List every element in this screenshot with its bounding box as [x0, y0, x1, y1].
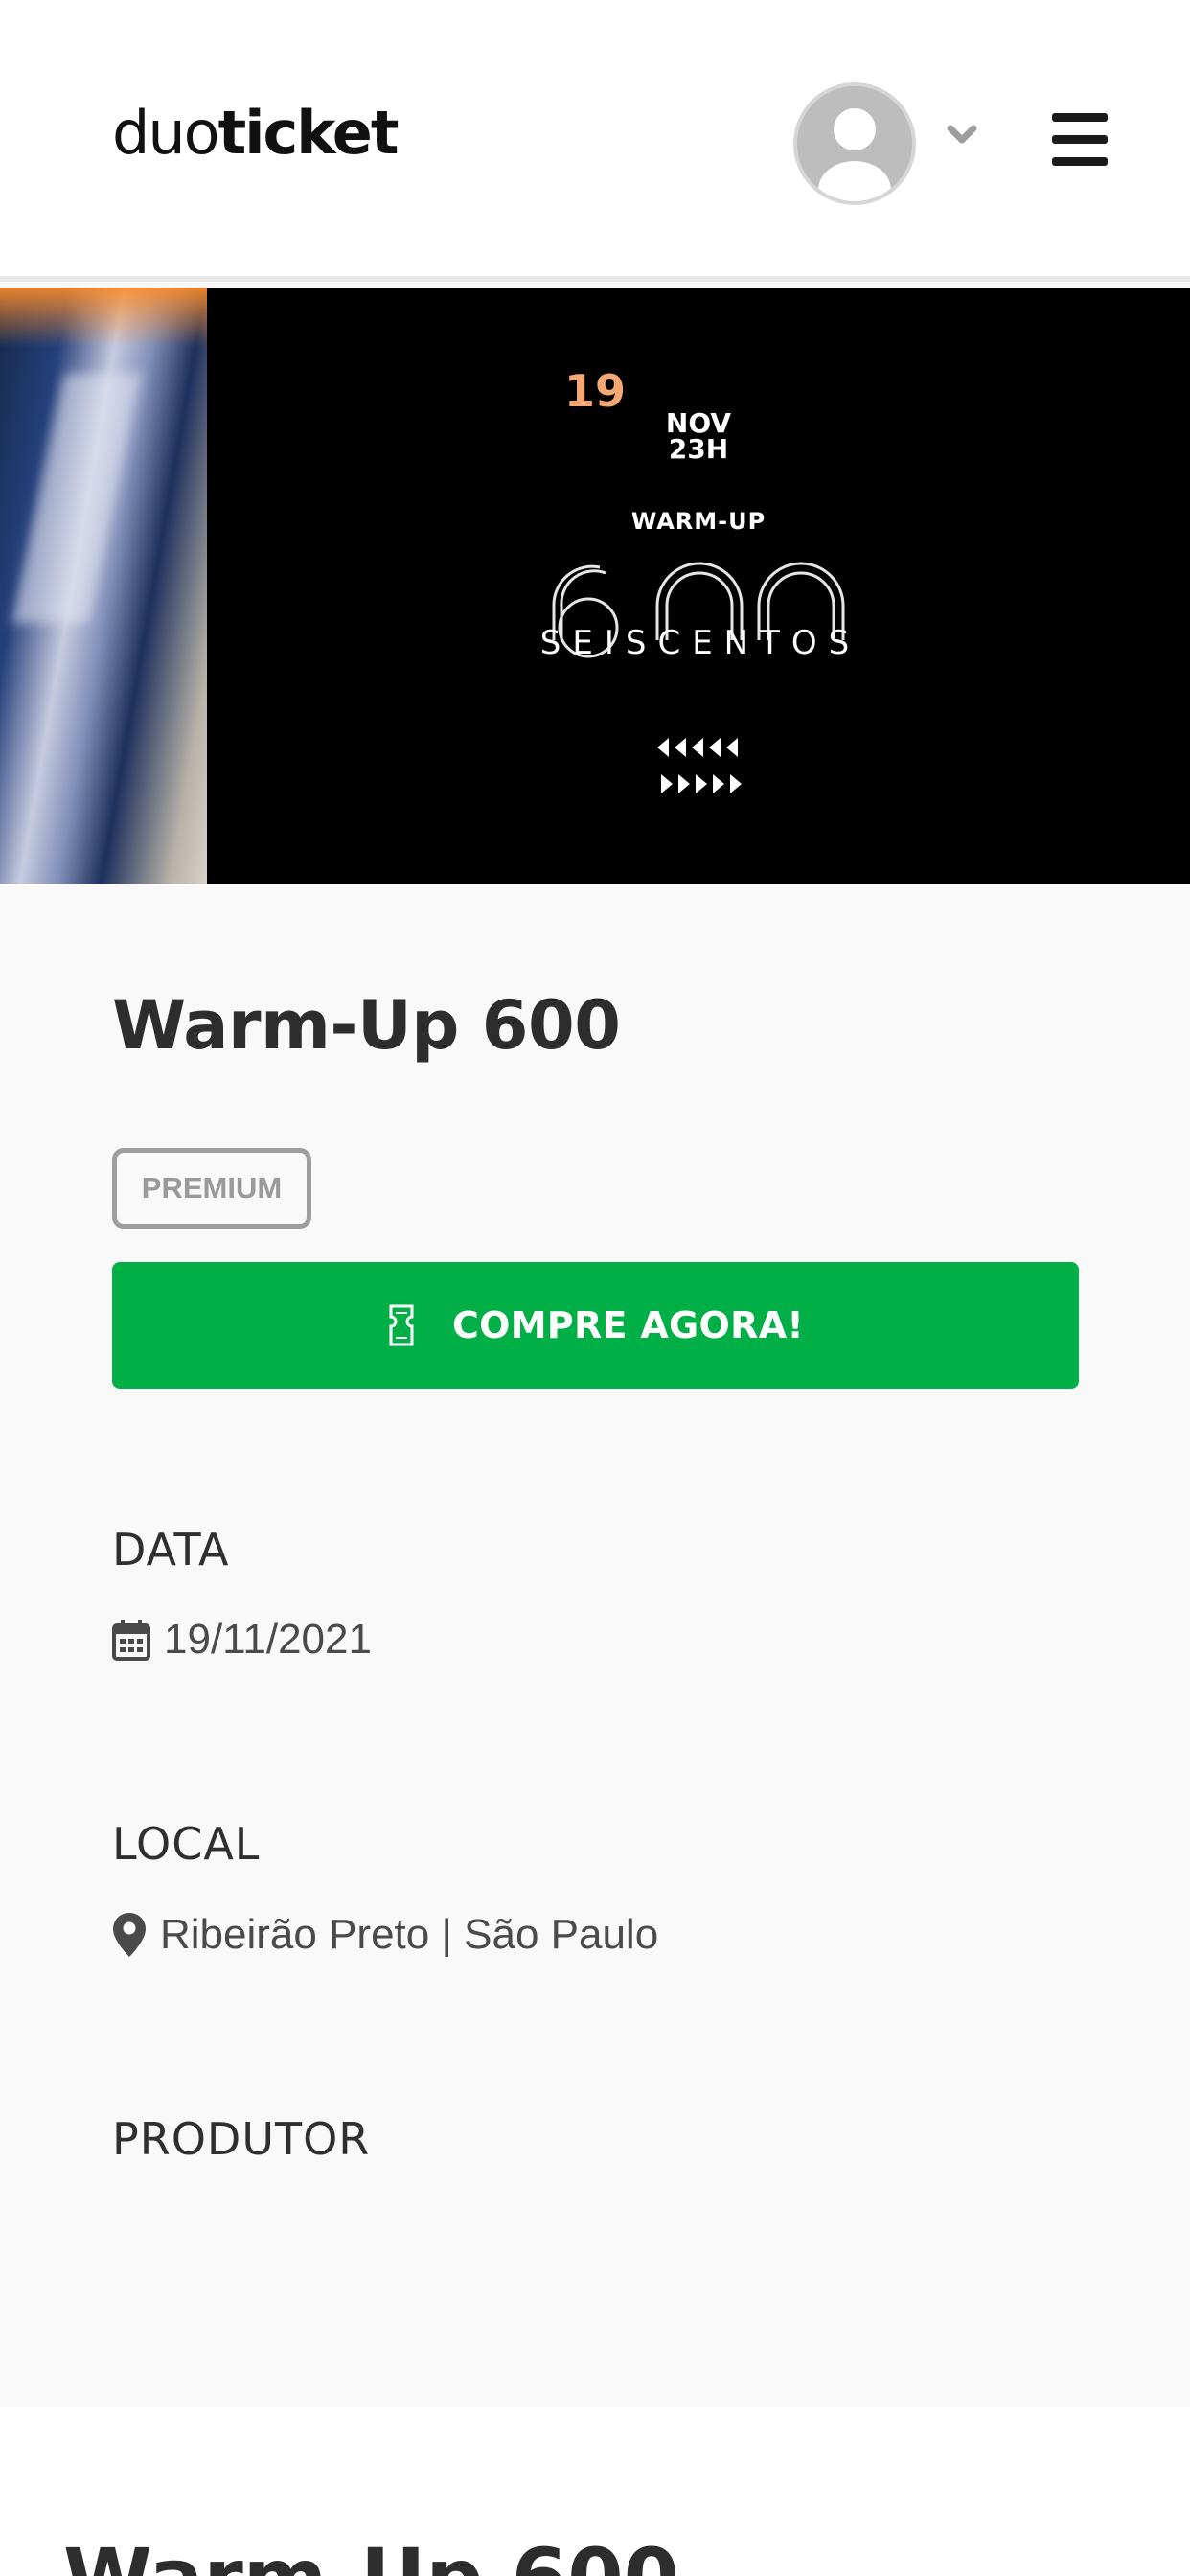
producer-section-label: PRODUTOR	[112, 2113, 371, 2165]
details-title: Warm-Up 600	[63, 2538, 679, 2576]
date-section-label: DATA	[112, 1524, 230, 1576]
user-avatar-icon[interactable]	[793, 82, 916, 205]
event-title: Warm-Up 600	[112, 986, 621, 1065]
banner-arrows-graphic	[657, 738, 742, 794]
hamburger-menu-icon[interactable]	[1052, 113, 1108, 167]
location-section-label: LOCAL	[112, 1818, 261, 1870]
banner-subtitle: WARM-UP	[630, 508, 767, 535]
buy-now-button[interactable]: COMPRE AGORA!	[112, 1262, 1079, 1389]
banner-day: 19	[563, 365, 627, 417]
date-value: 19/11/2021	[164, 1616, 372, 1663]
map-marker-icon	[113, 1913, 146, 1957]
banner-time: 23H	[668, 433, 729, 465]
banner-photo	[0, 288, 207, 884]
location-row: Ribeirão Preto | São Paulo	[112, 1911, 658, 1959]
logo-bold-text: ticket	[217, 98, 400, 168]
logo-light-text: duo	[112, 98, 220, 168]
ticket-icon	[389, 1304, 414, 1346]
buy-now-label: COMPRE AGORA!	[451, 1304, 805, 1346]
location-value: Ribeirão Preto | São Paulo	[160, 1911, 659, 1958]
calendar-icon	[112, 1620, 150, 1661]
site-header: duoticket	[0, 0, 1190, 282]
date-row: 19/11/2021	[112, 1616, 372, 1664]
premium-badge: PREMIUM	[112, 1148, 311, 1229]
chevron-down-icon[interactable]	[943, 121, 981, 150]
duoticket-logo[interactable]: duoticket	[112, 104, 399, 163]
event-details-card: Warm-Up 600	[0, 2407, 1190, 2576]
banner-word: SEISCENTOS	[539, 624, 861, 662]
